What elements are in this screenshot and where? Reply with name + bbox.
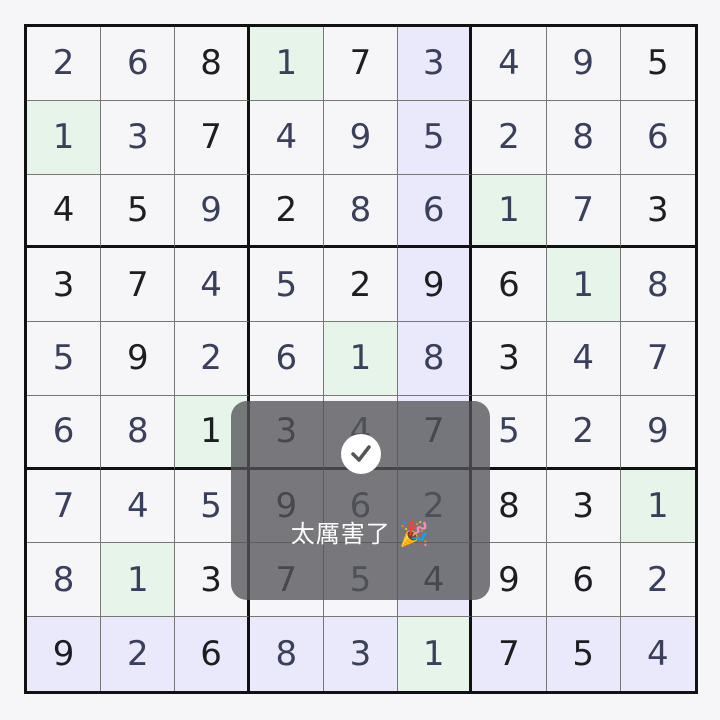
sudoku-cell[interactable]: 8: [249, 617, 324, 691]
sudoku-cell[interactable]: 5: [620, 27, 695, 101]
sudoku-cell[interactable]: 7: [101, 248, 176, 323]
sudoku-cell[interactable]: 2: [101, 617, 176, 691]
sudoku-cell[interactable]: 3: [472, 322, 547, 396]
sudoku-cell[interactable]: 8: [27, 543, 102, 618]
sudoku-cell[interactable]: 5: [398, 100, 473, 175]
sudoku-cell[interactable]: 6: [249, 322, 324, 396]
sudoku-cell[interactable]: 4: [101, 469, 176, 544]
sudoku-cell[interactable]: 2: [472, 100, 547, 175]
sudoku-cell[interactable]: 1: [323, 322, 399, 396]
sudoku-cell[interactable]: 6: [472, 248, 547, 323]
sudoku-cell[interactable]: 2: [249, 174, 324, 249]
sudoku-cell[interactable]: 2: [323, 248, 399, 323]
sudoku-cell[interactable]: 3: [398, 27, 473, 101]
sudoku-cell[interactable]: 9: [546, 27, 621, 101]
sudoku-cell[interactable]: 8: [323, 174, 399, 249]
sudoku-cell[interactable]: 1: [620, 469, 695, 544]
sudoku-cell[interactable]: 6: [175, 617, 250, 691]
sudoku-cell[interactable]: 5: [546, 617, 621, 691]
sudoku-cell[interactable]: 9: [620, 396, 695, 470]
sudoku-cell[interactable]: 9: [175, 174, 250, 249]
sudoku-cell[interactable]: 7: [620, 322, 695, 396]
success-toast: 太厲害了 🎉: [231, 401, 490, 600]
sudoku-cell[interactable]: 9: [101, 322, 176, 396]
sudoku-cell[interactable]: 3: [27, 248, 102, 323]
sudoku-cell[interactable]: 2: [620, 543, 695, 618]
sudoku-cell[interactable]: 9: [323, 100, 399, 175]
sudoku-cell[interactable]: 9: [27, 617, 102, 691]
sudoku-cell[interactable]: 1: [546, 248, 621, 323]
sudoku-cell[interactable]: 4: [546, 322, 621, 396]
sudoku-cell[interactable]: 8: [546, 100, 621, 175]
sudoku-cell[interactable]: 1: [472, 174, 547, 249]
sudoku-cell[interactable]: 1: [398, 617, 473, 691]
sudoku-cell[interactable]: 8: [175, 27, 250, 101]
sudoku-cell[interactable]: 8: [620, 248, 695, 323]
sudoku-cell[interactable]: 6: [101, 27, 176, 101]
sudoku-cell[interactable]: 9: [398, 248, 473, 323]
sudoku-cell[interactable]: 7: [472, 617, 547, 691]
sudoku-cell[interactable]: 8: [101, 395, 176, 470]
sudoku-cell[interactable]: 1: [249, 27, 324, 101]
sudoku-cell[interactable]: 7: [323, 27, 399, 101]
sudoku-cell[interactable]: 4: [472, 27, 547, 101]
sudoku-cell[interactable]: 3: [323, 617, 399, 691]
sudoku-cell[interactable]: 5: [249, 248, 324, 323]
sudoku-cell[interactable]: 4: [27, 174, 102, 249]
sudoku-cell[interactable]: 2: [175, 322, 250, 396]
sudoku-cell[interactable]: 6: [620, 101, 695, 175]
sudoku-cell[interactable]: 5: [101, 174, 176, 249]
sudoku-cell[interactable]: 3: [546, 469, 621, 544]
sudoku-cell[interactable]: 6: [546, 543, 621, 618]
sudoku-cell[interactable]: 2: [546, 395, 621, 470]
sudoku-cell[interactable]: 4: [249, 100, 324, 175]
sudoku-cell[interactable]: 1: [27, 100, 102, 175]
sudoku-cell[interactable]: 4: [175, 248, 250, 323]
sudoku-cell[interactable]: 6: [27, 395, 102, 470]
sudoku-cell[interactable]: 7: [175, 100, 250, 175]
sudoku-cell[interactable]: 4: [620, 617, 695, 691]
sudoku-cell[interactable]: 6: [398, 174, 473, 249]
toast-message: 太厲害了 🎉: [290, 520, 431, 548]
sudoku-cell[interactable]: 1: [101, 543, 176, 618]
sudoku-cell[interactable]: 7: [546, 174, 621, 249]
sudoku-cell[interactable]: 3: [101, 100, 176, 175]
sudoku-cell[interactable]: 7: [27, 469, 102, 544]
sudoku-cell[interactable]: 5: [27, 322, 102, 396]
checkmark-icon: [340, 434, 381, 474]
sudoku-cell[interactable]: 3: [620, 175, 695, 249]
sudoku-cell[interactable]: 2: [27, 27, 102, 101]
sudoku-cell[interactable]: 8: [398, 322, 473, 396]
